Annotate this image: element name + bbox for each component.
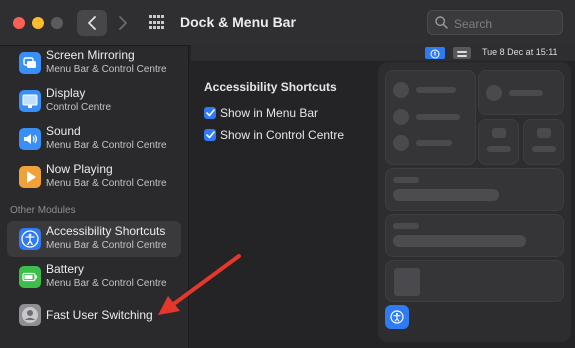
preferences-window: Dock & Menu Bar Screen Mirroring Menu Ba… xyxy=(0,0,575,348)
annotation-arrow xyxy=(158,254,241,315)
